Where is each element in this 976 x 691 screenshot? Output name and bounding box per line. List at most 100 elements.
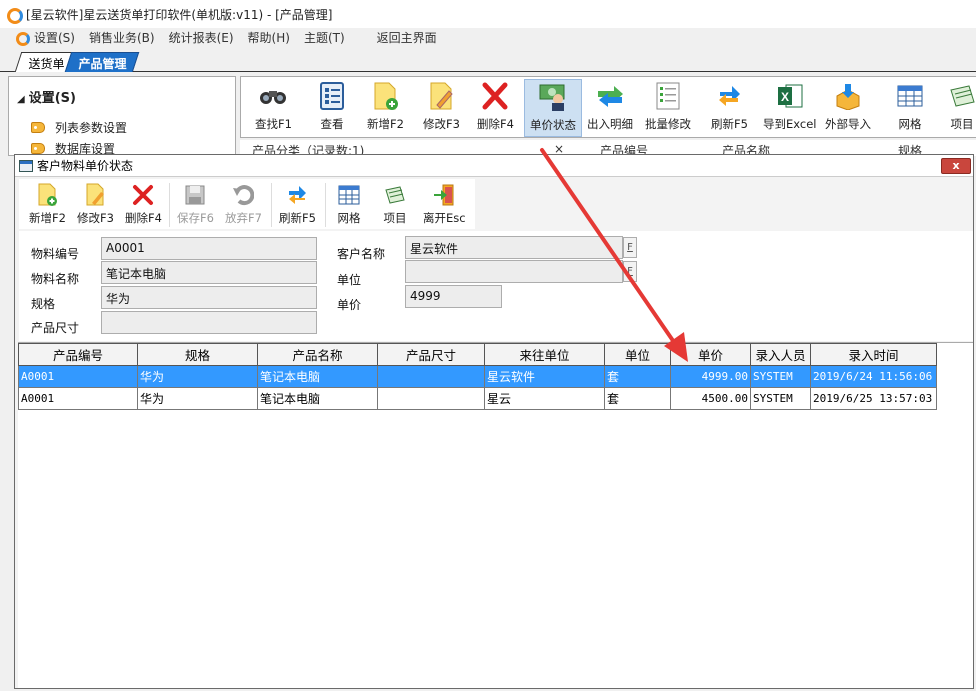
material-code-field[interactable]: A0001 [101, 237, 317, 260]
window-titlebar: [星云软件]星云送货单打印软件(单机版:v11) - [产品管理] [0, 0, 976, 28]
items-button[interactable]: 项目 [947, 81, 976, 135]
refresh-button[interactable]: 刷新F5 [711, 81, 748, 135]
customer-name-field[interactable]: 星云软件 [405, 236, 623, 259]
cell-size [377, 387, 485, 410]
dialog-title: 客户物料单价状态 [37, 159, 134, 173]
price-form: 物料编号 A0001 物料名称 笔记本电脑 规格 华为 产品尺寸 客户名称 星云… [19, 231, 973, 341]
add-button[interactable]: 新增F2 [367, 81, 404, 135]
toolbar-separator [271, 183, 272, 227]
col-product-code[interactable]: 产品编号 [18, 343, 138, 366]
io-detail-button[interactable]: 出入明细 [587, 81, 633, 135]
view-label: 查看 [320, 117, 344, 131]
dlg-grid-button[interactable]: 网格 [337, 183, 361, 226]
main-toolbar: 查找F1 查看 新增F2 修改F3 删除F4 单价状态 出入明细 批量修改 刷新… [240, 76, 976, 138]
material-name-label: 物料名称 [31, 272, 80, 286]
checklist-icon [653, 81, 683, 111]
cell-time: 2019/6/24 11:56:06 [810, 365, 937, 388]
material-name-field[interactable]: 笔记本电脑 [101, 261, 317, 284]
table-row[interactable]: A0001 华为 笔记本电脑 星云软件 套 4999.00 SYSTEM 201… [18, 365, 937, 388]
col-entry-time[interactable]: 录入时间 [810, 343, 937, 366]
import-label: 外部导入 [825, 117, 871, 131]
dlg-add-button[interactable]: 新增F2 [29, 183, 66, 226]
cell-partner: 星云软件 [484, 365, 605, 388]
col-product-size[interactable]: 产品尺寸 [377, 343, 485, 366]
dlg-edit-button[interactable]: 修改F3 [77, 183, 114, 226]
col-product-name[interactable]: 产品名称 [257, 343, 378, 366]
customer-price-dialog: 客户物料单价状态 x 新增F2 修改F3 删除F4 保存F6 放弃F7 刷新F5 [14, 154, 974, 689]
menu-help[interactable]: 帮助(H) [248, 29, 290, 46]
cell-price: 4999.00 [670, 365, 751, 388]
export-excel-label: 导到Excel [763, 117, 817, 131]
delete-x-icon [131, 183, 155, 207]
edit-button[interactable]: 修改F3 [423, 81, 460, 135]
menu-return-home[interactable]: 返回主界面 [377, 29, 437, 46]
find-button[interactable]: 查找F1 [255, 81, 292, 135]
unit-label: 单位 [337, 273, 362, 287]
table-row[interactable]: A0001 华为 笔记本电脑 星云 套 4500.00 SYSTEM 2019/… [18, 387, 937, 410]
delete-button[interactable]: 删除F4 [477, 81, 514, 135]
import-box-icon [833, 81, 863, 111]
price-status-label: 单价状态 [530, 118, 576, 132]
spec-field[interactable]: 华为 [101, 286, 317, 309]
dlg-items-label: 项目 [383, 211, 407, 225]
document-tabs: 送货单 产品管理 [0, 46, 976, 72]
exchange-arrows-icon [595, 81, 625, 111]
material-code-label: 物料编号 [31, 247, 80, 261]
unit-field[interactable] [405, 260, 623, 283]
menu-reports[interactable]: 统计报表(E) [169, 29, 234, 46]
binoculars-icon [258, 81, 288, 111]
view-button[interactable]: 查看 [317, 81, 347, 135]
menu-settings[interactable]: 设置(S) [34, 29, 75, 46]
grid-header-row: 产品编号 规格 产品名称 产品尺寸 来往单位 单位 单价 录入人员 录入时间 [18, 343, 937, 366]
menu-theme[interactable]: 主题(T) [304, 29, 345, 46]
tab-delivery-note-label: 送货单 [28, 57, 65, 71]
cell-user: SYSTEM [750, 387, 811, 410]
cell-unit: 套 [604, 365, 671, 388]
customer-picker-button[interactable]: F [623, 237, 637, 258]
tab-product-management[interactable]: 产品管理 [64, 52, 140, 72]
batch-edit-button[interactable]: 批量修改 [645, 81, 691, 135]
col-entered-by[interactable]: 录入人员 [750, 343, 811, 366]
settings-group-header[interactable]: ◢ 设置(S) [17, 87, 76, 106]
excel-icon: X [775, 81, 805, 111]
dlg-delete-button[interactable]: 删除F4 [125, 183, 162, 226]
dlg-grid-label: 网格 [337, 211, 361, 225]
price-grid-area: 产品编号 规格 产品名称 产品尺寸 来往单位 单位 单价 录入人员 录入时间 A… [18, 342, 973, 688]
svg-text:X: X [781, 90, 789, 104]
unit-picker-button[interactable]: F [623, 261, 637, 282]
collapse-triangle-icon: ◢ [17, 94, 25, 105]
view-list-icon [317, 81, 347, 111]
price-status-button[interactable]: 单价状态 [524, 79, 582, 137]
cell-unit: 套 [604, 387, 671, 410]
edit-document-icon [83, 183, 107, 207]
items-table-icon [383, 183, 407, 207]
dialog-toolbar: 新增F2 修改F3 删除F4 保存F6 放弃F7 刷新F5 网格 项目 离开Es… [19, 179, 475, 229]
col-partner[interactable]: 来往单位 [484, 343, 605, 366]
edit-document-icon [426, 81, 456, 111]
grid-button[interactable]: 网格 [895, 81, 925, 135]
dlg-discard-button[interactable]: 放弃F7 [225, 183, 262, 226]
product-size-field[interactable] [101, 311, 317, 334]
col-unit[interactable]: 单位 [604, 343, 671, 366]
tag-icon [31, 143, 45, 154]
dlg-items-button[interactable]: 项目 [383, 183, 407, 226]
dlg-refresh-button[interactable]: 刷新F5 [279, 183, 316, 226]
import-button[interactable]: 外部导入 [825, 81, 871, 135]
cell-name: 笔记本电脑 [257, 387, 378, 410]
col-spec[interactable]: 规格 [137, 343, 258, 366]
export-excel-button[interactable]: X 导到Excel [763, 81, 816, 135]
tree-item-list-params[interactable]: 列表参数设置 [31, 119, 127, 136]
items-table-icon [947, 81, 976, 111]
exit-door-icon [432, 183, 456, 207]
save-disk-icon [183, 183, 207, 207]
product-size-label: 产品尺寸 [31, 321, 80, 335]
col-price[interactable]: 单价 [670, 343, 751, 366]
menu-sales[interactable]: 销售业务(B) [89, 29, 155, 46]
money-person-icon [538, 82, 568, 112]
price-field[interactable]: 4999 [405, 285, 502, 308]
dlg-save-button[interactable]: 保存F6 [177, 183, 214, 226]
dlg-exit-button[interactable]: 离开Esc [423, 183, 466, 226]
window-icon [19, 159, 33, 172]
dialog-close-button[interactable]: x [941, 158, 971, 174]
new-document-icon [370, 81, 400, 111]
